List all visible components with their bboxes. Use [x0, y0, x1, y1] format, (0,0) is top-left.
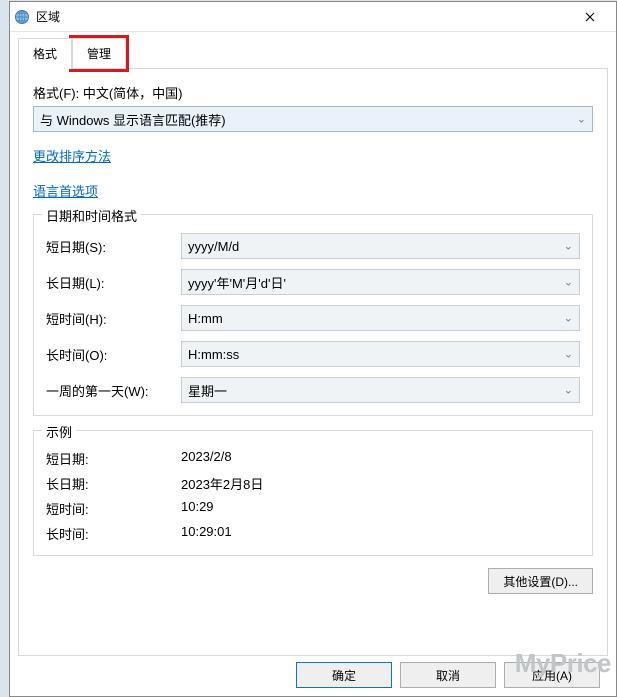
short-date-value: yyyy/M/d — [188, 239, 239, 254]
format-label: 格式(F): 中文(简体，中国) — [33, 83, 593, 102]
link-change-sort-method[interactable]: 更改排序方法 — [33, 146, 593, 165]
example-long-date-value: 2023年2月8日 — [181, 474, 580, 493]
region-dialog: 区域 格式 管理 格式(F): 中文(简体，中国) 与 Windows 显示语言… — [9, 1, 617, 697]
tab-format-label: 格式 — [33, 47, 57, 61]
datetime-format-group-title: 日期和时间格式 — [42, 206, 141, 225]
format-dropdown[interactable]: 与 Windows 显示语言匹配(推荐) ⌄ — [33, 106, 593, 132]
short-time-dropdown[interactable]: H:mm ⌄ — [181, 305, 580, 331]
titlebar: 区域 — [10, 2, 616, 32]
link-language-preferences[interactable]: 语言首选项 — [33, 181, 593, 200]
short-date-dropdown[interactable]: yyyy/M/d ⌄ — [181, 233, 580, 259]
window-title: 区域 — [36, 8, 567, 25]
cancel-button[interactable]: 取消 — [400, 662, 496, 688]
example-long-time-label: 长时间: — [46, 524, 181, 543]
ok-button[interactable]: 确定 — [296, 662, 392, 688]
example-short-time-value: 10:29 — [181, 499, 580, 518]
example-long-time-value: 10:29:01 — [181, 524, 580, 543]
chevron-down-icon: ⌄ — [564, 312, 573, 325]
chevron-down-icon: ⌄ — [564, 384, 573, 397]
example-short-date-label: 短日期: — [46, 449, 181, 468]
client-area: 格式 管理 格式(F): 中文(简体，中国) 与 Windows 显示语言匹配(… — [10, 32, 616, 696]
long-time-value: H:mm:ss — [188, 347, 239, 362]
example-long-date-label: 长日期: — [46, 474, 181, 493]
first-day-value: 星期一 — [188, 381, 227, 400]
tab-admin[interactable]: 管理 — [72, 38, 126, 69]
short-date-label: 短日期(S): — [46, 237, 181, 256]
long-date-label: 长日期(L): — [46, 273, 181, 292]
example-short-time-label: 短时间: — [46, 499, 181, 518]
first-day-dropdown[interactable]: 星期一 ⌄ — [181, 377, 580, 403]
additional-settings-button[interactable]: 其他设置(D)... — [488, 568, 593, 594]
chevron-down-icon: ⌄ — [564, 276, 573, 289]
long-date-dropdown[interactable]: yyyy'年'M'月'd'日' ⌄ — [181, 269, 580, 295]
long-date-value: yyyy'年'M'月'd'日' — [188, 273, 286, 292]
apply-button[interactable]: 应用(A) — [504, 662, 600, 688]
chevron-down-icon: ⌄ — [577, 113, 586, 126]
first-day-label: 一周的第一天(W): — [46, 381, 181, 400]
example-short-date-value: 2023/2/8 — [181, 449, 580, 468]
tab-format[interactable]: 格式 — [18, 38, 72, 69]
short-time-label: 短时间(H): — [46, 309, 181, 328]
example-group-title: 示例 — [42, 422, 76, 441]
dialog-footer: 确定 取消 应用(A) — [18, 656, 608, 688]
long-time-dropdown[interactable]: H:mm:ss ⌄ — [181, 341, 580, 367]
format-tab-panel: 格式(F): 中文(简体，中国) 与 Windows 显示语言匹配(推荐) ⌄ … — [18, 68, 608, 656]
chevron-down-icon: ⌄ — [564, 240, 573, 253]
globe-icon — [14, 9, 30, 25]
tab-strip: 格式 管理 — [18, 38, 608, 69]
example-group: 示例 短日期: 2023/2/8 长日期: 2023年2月8日 短时间: 10:… — [33, 430, 593, 556]
datetime-format-group: 日期和时间格式 短日期(S): yyyy/M/d ⌄ 长日期(L): yyyy'… — [33, 214, 593, 416]
long-time-label: 长时间(O): — [46, 345, 181, 364]
close-button[interactable] — [567, 3, 612, 31]
chevron-down-icon: ⌄ — [564, 348, 573, 361]
format-dropdown-value: 与 Windows 显示语言匹配(推荐) — [40, 110, 226, 129]
tab-admin-label: 管理 — [87, 47, 111, 61]
short-time-value: H:mm — [188, 311, 223, 326]
